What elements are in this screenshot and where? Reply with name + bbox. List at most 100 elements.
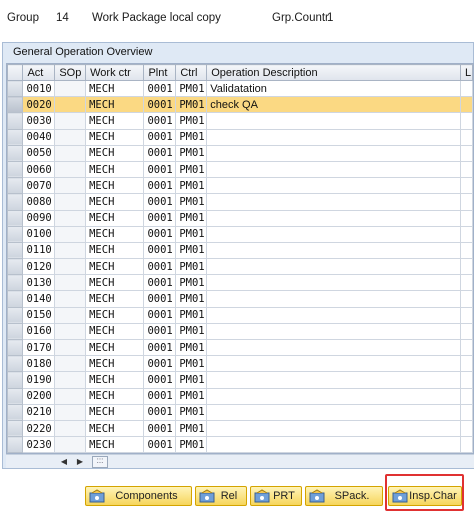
row-selector[interactable] bbox=[7, 160, 24, 179]
cell-sop[interactable] bbox=[54, 436, 87, 453]
cell-work-ctr[interactable]: MECH bbox=[85, 274, 145, 292]
cell-sop[interactable] bbox=[54, 419, 87, 438]
cell-ctrl[interactable]: PM01 bbox=[175, 96, 208, 114]
prt-button[interactable]: PRT bbox=[250, 486, 302, 506]
cell-l[interactable] bbox=[459, 387, 473, 405]
table-row[interactable]: 0170 MECH 0001 PM01 bbox=[7, 338, 473, 357]
cell-act[interactable]: 0210 bbox=[22, 403, 56, 421]
cell-sop[interactable] bbox=[54, 177, 87, 195]
cell-l[interactable] bbox=[459, 338, 473, 357]
cell-plnt[interactable]: 0001 bbox=[143, 419, 177, 438]
cell-plnt[interactable]: 0001 bbox=[143, 225, 177, 243]
row-selector[interactable] bbox=[7, 387, 24, 405]
cell-plnt[interactable]: 0001 bbox=[143, 371, 177, 389]
cell-plnt[interactable]: 0001 bbox=[143, 112, 177, 130]
table-row[interactable]: 0070 MECH 0001 PM01 bbox=[7, 177, 473, 195]
cell-work-ctr[interactable]: MECH bbox=[85, 96, 145, 114]
cell-sop[interactable] bbox=[54, 355, 87, 373]
cell-work-ctr[interactable]: MECH bbox=[85, 128, 145, 146]
cell-ctrl[interactable]: PM01 bbox=[175, 193, 208, 211]
cell-act[interactable]: 0200 bbox=[22, 387, 56, 405]
row-selector[interactable] bbox=[7, 355, 24, 373]
cell-ctrl[interactable]: PM01 bbox=[175, 112, 208, 130]
cell-description[interactable] bbox=[206, 193, 461, 211]
cell-plnt[interactable]: 0001 bbox=[143, 79, 177, 98]
table-row[interactable]: 0140 MECH 0001 PM01 bbox=[7, 290, 473, 308]
scroll-thumb[interactable]: ::: bbox=[92, 456, 108, 468]
cell-work-ctr[interactable]: MECH bbox=[85, 225, 145, 243]
cell-description[interactable] bbox=[206, 209, 461, 227]
row-selector[interactable] bbox=[7, 128, 24, 146]
column-header-sop[interactable]: SOp bbox=[54, 64, 87, 81]
cell-sop[interactable] bbox=[54, 258, 87, 276]
row-selector[interactable] bbox=[7, 177, 24, 195]
column-header-l[interactable]: L bbox=[459, 64, 473, 81]
cell-ctrl[interactable]: PM01 bbox=[175, 160, 208, 179]
cell-work-ctr[interactable]: MECH bbox=[85, 144, 145, 162]
cell-ctrl[interactable]: PM01 bbox=[175, 419, 208, 438]
table-row[interactable]: 0100 MECH 0001 PM01 bbox=[7, 225, 473, 243]
table-row[interactable]: 0210 MECH 0001 PM01 bbox=[7, 403, 473, 421]
cell-description[interactable] bbox=[206, 128, 461, 146]
cell-l[interactable] bbox=[459, 144, 473, 162]
table-row[interactable]: 0020 MECH 0001 PM01 check QA bbox=[7, 96, 473, 114]
row-selector[interactable] bbox=[7, 338, 24, 357]
row-selector[interactable] bbox=[7, 371, 24, 389]
cell-act[interactable]: 0230 bbox=[22, 436, 56, 453]
table-row[interactable]: 0130 MECH 0001 PM01 bbox=[7, 274, 473, 292]
cell-description[interactable] bbox=[206, 371, 461, 389]
cell-work-ctr[interactable]: MECH bbox=[85, 258, 145, 276]
cell-l[interactable] bbox=[459, 436, 473, 453]
cell-ctrl[interactable]: PM01 bbox=[175, 403, 208, 421]
cell-sop[interactable] bbox=[54, 225, 87, 243]
cell-sop[interactable] bbox=[54, 306, 87, 324]
cell-ctrl[interactable]: PM01 bbox=[175, 241, 208, 260]
cell-act[interactable]: 0020 bbox=[22, 96, 56, 114]
cell-ctrl[interactable]: PM01 bbox=[175, 225, 208, 243]
cell-ctrl[interactable]: PM01 bbox=[175, 338, 208, 357]
row-selector[interactable] bbox=[7, 290, 24, 308]
cell-description[interactable] bbox=[206, 112, 461, 130]
cell-act[interactable]: 0120 bbox=[22, 258, 56, 276]
cell-sop[interactable] bbox=[54, 387, 87, 405]
components-button[interactable]: Components bbox=[85, 486, 192, 506]
scroll-right-icon[interactable]: ▶ bbox=[74, 456, 86, 467]
cell-act[interactable]: 0070 bbox=[22, 177, 56, 195]
cell-ctrl[interactable]: PM01 bbox=[175, 322, 208, 341]
row-selector[interactable] bbox=[7, 96, 24, 114]
cell-plnt[interactable]: 0001 bbox=[143, 144, 177, 162]
cell-work-ctr[interactable]: MECH bbox=[85, 355, 145, 373]
cell-plnt[interactable]: 0001 bbox=[143, 387, 177, 405]
cell-sop[interactable] bbox=[54, 79, 87, 98]
cell-sop[interactable] bbox=[54, 112, 87, 130]
cell-sop[interactable] bbox=[54, 160, 87, 179]
column-header-act[interactable]: Act bbox=[22, 64, 56, 81]
cell-plnt[interactable]: 0001 bbox=[143, 160, 177, 179]
cell-plnt[interactable]: 0001 bbox=[143, 274, 177, 292]
table-row[interactable]: 0040 MECH 0001 PM01 bbox=[7, 128, 473, 146]
cell-l[interactable] bbox=[459, 258, 473, 276]
cell-act[interactable]: 0100 bbox=[22, 225, 56, 243]
cell-l[interactable] bbox=[459, 355, 473, 373]
table-row[interactable]: 0110 MECH 0001 PM01 bbox=[7, 241, 473, 260]
cell-l[interactable] bbox=[459, 306, 473, 324]
cell-l[interactable] bbox=[459, 112, 473, 130]
cell-sop[interactable] bbox=[54, 371, 87, 389]
cell-description[interactable] bbox=[206, 419, 461, 438]
cell-plnt[interactable]: 0001 bbox=[143, 193, 177, 211]
table-row[interactable]: 0160 MECH 0001 PM01 bbox=[7, 322, 473, 341]
cell-work-ctr[interactable]: MECH bbox=[85, 322, 145, 341]
cell-ctrl[interactable]: PM01 bbox=[175, 290, 208, 308]
cell-plnt[interactable]: 0001 bbox=[143, 436, 177, 453]
cell-plnt[interactable]: 0001 bbox=[143, 209, 177, 227]
table-row[interactable]: 0050 MECH 0001 PM01 bbox=[7, 144, 473, 162]
row-selector[interactable] bbox=[7, 112, 24, 130]
cell-act[interactable]: 0170 bbox=[22, 338, 56, 357]
cell-act[interactable]: 0030 bbox=[22, 112, 56, 130]
cell-act[interactable]: 0010 bbox=[22, 79, 56, 98]
cell-act[interactable]: 0050 bbox=[22, 144, 56, 162]
cell-sop[interactable] bbox=[54, 193, 87, 211]
rel-button[interactable]: Rel bbox=[195, 486, 247, 506]
table-row[interactable]: 0060 MECH 0001 PM01 bbox=[7, 160, 473, 179]
cell-work-ctr[interactable]: MECH bbox=[85, 112, 145, 130]
